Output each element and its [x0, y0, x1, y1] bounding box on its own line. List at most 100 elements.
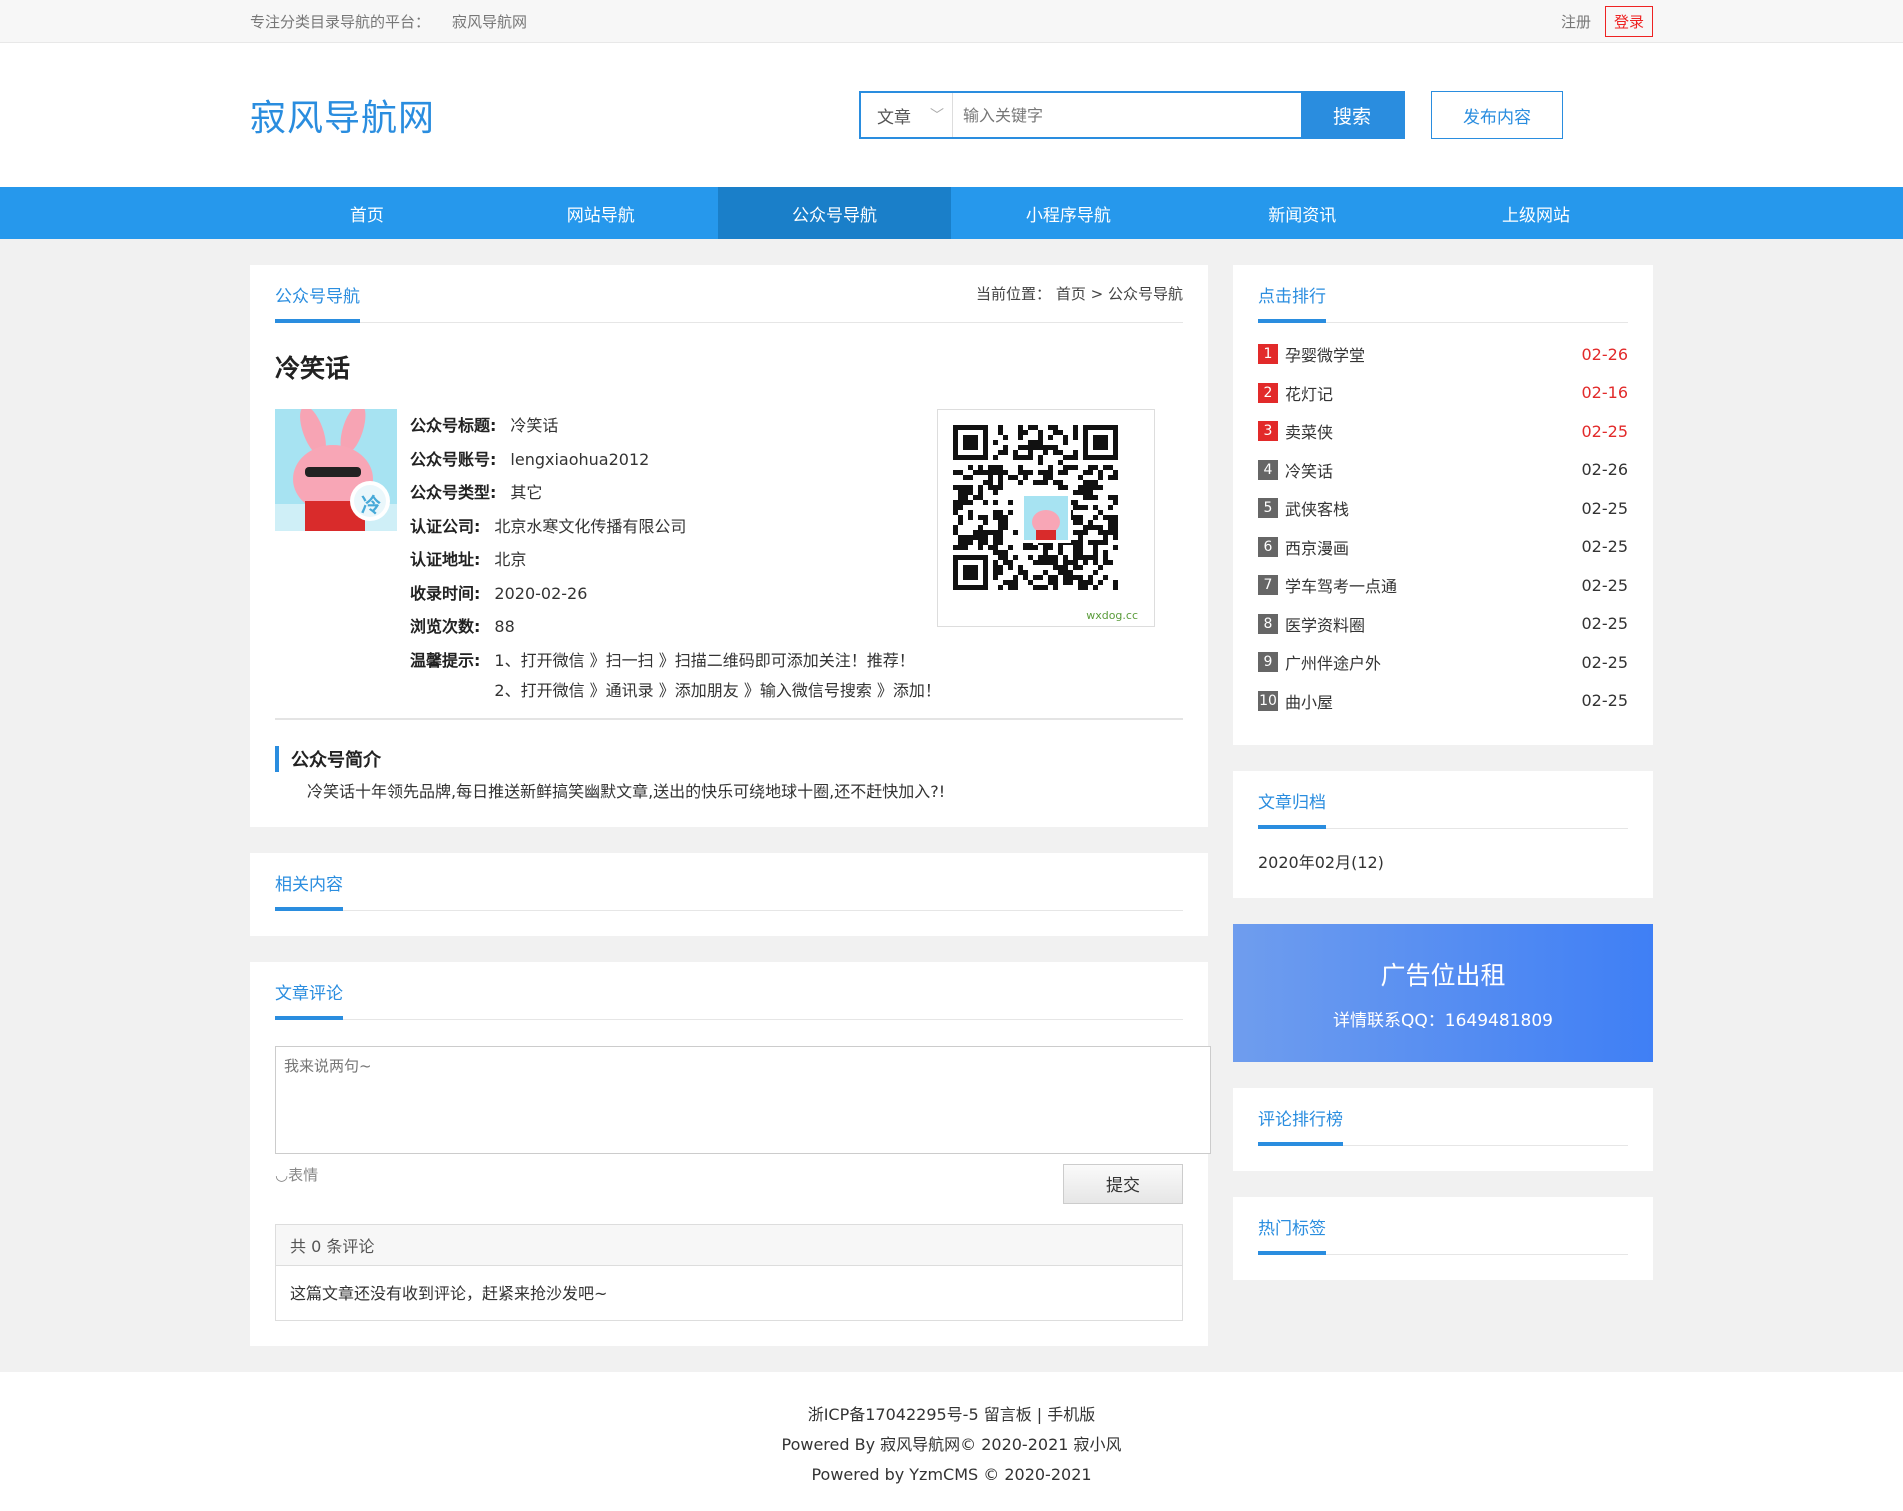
click-rank-list: 1 孕婴微学堂 02-26 2 花灯记 02-16 3 卖菜侠 02-25 4 冷笑话 02-26 5 武…: [1258, 323, 1628, 720]
rank-name[interactable]: 医学资料圈: [1285, 612, 1582, 636]
related-card: 相关内容: [250, 852, 1208, 936]
field-account-label: 公众号账号:: [410, 449, 497, 469]
field-address-value: 北京: [494, 550, 527, 569]
header: 寂风导航网 文章 ﹀ 搜索 发布内容: [0, 43, 1903, 187]
rank-date: 02-25: [1581, 537, 1629, 557]
qr-code-image: [938, 410, 1154, 626]
archive-title[interactable]: 文章归档: [1258, 788, 1326, 829]
rank-name[interactable]: 花灯记: [1285, 381, 1582, 405]
search-button[interactable]: 搜索: [1301, 93, 1404, 137]
field-address: 认证地址: 北京: [410, 543, 941, 577]
top-bar: 专注分类目录导航的平台： 寂风导航网 注册 登录: [0, 0, 1903, 43]
hot-tags-title[interactable]: 热门标签: [1258, 1214, 1326, 1255]
comment-textarea[interactable]: [275, 1045, 1211, 1154]
qr-caption: wxdog.cc: [1086, 609, 1138, 622]
detail-tab[interactable]: 公众号导航: [275, 282, 360, 323]
rank-date: 02-25: [1581, 691, 1629, 711]
rank-date: 02-16: [1581, 383, 1629, 403]
field-date-label: 收录时间:: [410, 583, 481, 603]
field-account: 公众号账号: lengxiaohua2012: [410, 443, 941, 477]
rank-name[interactable]: 西京漫画: [1285, 535, 1582, 559]
publish-button[interactable]: 发布内容: [1431, 91, 1564, 139]
rank-name[interactable]: 广州伴途户外: [1285, 650, 1582, 674]
rank-name[interactable]: 冷笑话: [1285, 458, 1582, 482]
account-avatar: 冷: [275, 409, 397, 531]
rank-item[interactable]: 3 卖菜侠 02-25: [1258, 412, 1628, 451]
click-rank-title[interactable]: 点击排行: [1258, 282, 1326, 323]
rank-number: 3: [1258, 421, 1278, 442]
rank-name[interactable]: 卖菜侠: [1285, 419, 1582, 443]
rank-date: 02-25: [1581, 575, 1629, 595]
rank-item[interactable]: 5 武侠客栈 02-25: [1258, 489, 1628, 528]
rank-item[interactable]: 7 学车驾考一点通 02-25: [1258, 566, 1628, 605]
rank-number: 4: [1258, 459, 1278, 480]
rank-item[interactable]: 1 孕婴微学堂 02-26: [1258, 335, 1628, 374]
emoji-button[interactable]: ◡表情: [275, 1164, 318, 1185]
rank-name[interactable]: 学车驾考一点通: [1285, 573, 1582, 597]
field-company: 认证公司: 北京水寒文化传播有限公司: [410, 510, 941, 544]
comment-rank-title[interactable]: 评论排行榜: [1258, 1105, 1343, 1146]
tip-1: 1、打开微信 》扫一扫 》扫描二维码即可添加关注！推荐！: [494, 650, 915, 670]
search-category-select[interactable]: 文章 ﹀: [861, 93, 954, 137]
rank-item[interactable]: 8 医学资料圈 02-25: [1258, 605, 1628, 644]
nav-sites[interactable]: 网站导航: [484, 187, 718, 239]
emoji-label: 表情: [288, 1165, 319, 1184]
nav-home[interactable]: 首页: [250, 187, 484, 239]
field-views: 浏览次数: 88: [410, 610, 941, 644]
archive-card: 文章归档 2020年02月(12): [1233, 771, 1653, 898]
nav-news[interactable]: 新闻资讯: [1185, 187, 1419, 239]
ad-subtitle: 详情联系QQ：1649481809: [1333, 1010, 1553, 1031]
rank-date: 02-26: [1581, 344, 1629, 364]
rank-name[interactable]: 武侠客栈: [1285, 496, 1582, 520]
rank-number: 2: [1258, 382, 1278, 403]
intro-title: 公众号简介: [275, 745, 1183, 772]
footer-icp[interactable]: 浙ICP备17042295号-5 留言板 | 手机版: [0, 1400, 1903, 1430]
archive-item[interactable]: 2020年02月(12): [1258, 829, 1628, 873]
divider: [275, 717, 1183, 720]
main-nav: 首页 网站导航 公众号导航 小程序导航 新闻资讯 上级网站: [0, 187, 1903, 239]
rank-date: 02-25: [1581, 498, 1629, 518]
register-link[interactable]: 注册: [1561, 11, 1591, 32]
field-type-label: 公众号类型:: [410, 483, 497, 502]
nav-parent-site[interactable]: 上级网站: [1419, 187, 1653, 239]
field-type: 公众号类型: 其它: [410, 476, 941, 510]
rank-number: 8: [1258, 613, 1278, 634]
nav-official-accounts[interactable]: 公众号导航: [717, 187, 952, 239]
submit-comment-button[interactable]: 提交: [1063, 1163, 1183, 1204]
site-name-link[interactable]: 寂风导航网: [452, 11, 527, 32]
search-input[interactable]: [953, 93, 1302, 137]
rank-name[interactable]: 孕婴微学堂: [1285, 342, 1582, 366]
rank-item[interactable]: 9 广州伴途户外 02-25: [1258, 643, 1628, 682]
related-tab[interactable]: 相关内容: [275, 870, 343, 911]
nav-mini-programs[interactable]: 小程序导航: [951, 187, 1185, 239]
rank-number: 1: [1258, 344, 1278, 365]
field-views-label: 浏览次数:: [410, 617, 481, 636]
field-type-value: 其它: [510, 483, 543, 502]
field-address-label: 认证地址:: [410, 550, 481, 569]
rank-item[interactable]: 2 花灯记 02-16: [1258, 374, 1628, 413]
rank-item[interactable]: 4 冷笑话 02-26: [1258, 451, 1628, 490]
comments-tab[interactable]: 文章评论: [275, 979, 343, 1020]
login-button[interactable]: 登录: [1604, 6, 1653, 37]
breadcrumb-separator: >: [1090, 285, 1104, 303]
rank-number: 5: [1258, 498, 1278, 519]
rank-item[interactable]: 6 西京漫画 02-25: [1258, 528, 1628, 567]
breadcrumb-current[interactable]: 公众号导航: [1108, 285, 1183, 303]
detail-card: 公众号导航 当前位置： 首页 > 公众号导航 冷笑话 冷 公众号标题: 冷笑话 …: [250, 265, 1208, 827]
search-category-value: 文章: [877, 107, 912, 128]
comment-count: 共 0 条评论: [276, 1224, 1182, 1266]
site-logo[interactable]: 寂风导航网: [250, 89, 435, 141]
rank-date: 02-25: [1581, 614, 1629, 634]
field-date: 收录时间: 2020-02-26: [410, 577, 941, 611]
rank-number: 7: [1258, 575, 1278, 596]
comment-empty-message: 这篇文章还没有收到评论，赶紧来抢沙发吧~: [290, 1283, 608, 1303]
breadcrumb-home[interactable]: 首页: [1056, 285, 1086, 303]
field-title-label: 公众号标题:: [410, 416, 497, 435]
rank-number: 6: [1258, 536, 1278, 557]
click-rank-card: 点击排行 1 孕婴微学堂 02-26 2 花灯记 02-16 3 卖菜侠 02-25 4 冷笑话 02…: [1233, 265, 1653, 745]
rank-name[interactable]: 曲小屋: [1285, 689, 1582, 713]
ad-banner[interactable]: 广告位出租 详情联系QQ：1649481809: [1233, 924, 1653, 1062]
qr-code: wxdog.cc: [937, 409, 1155, 627]
field-company-label: 认证公司:: [410, 516, 481, 536]
rank-item[interactable]: 10 曲小屋 02-25: [1258, 682, 1628, 721]
